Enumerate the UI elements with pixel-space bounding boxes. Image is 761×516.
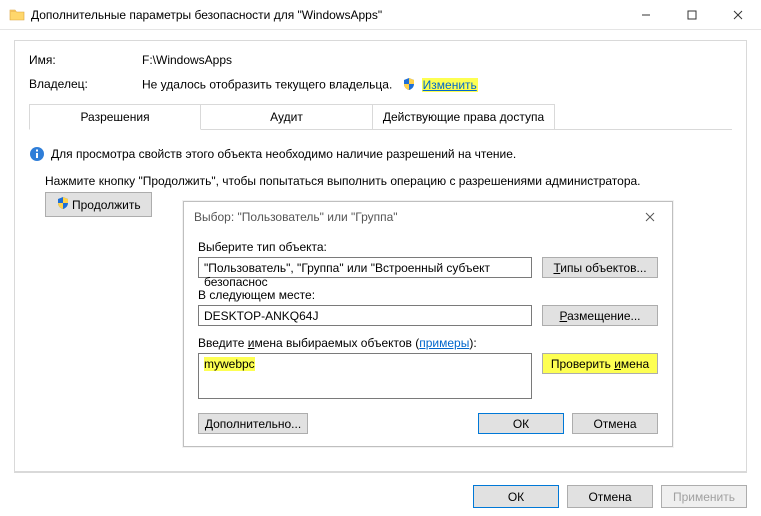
tab-bar: Разрешения Аудит Действующие права досту… [29,104,732,130]
info-message: Для просмотра свойств этого объекта необ… [29,146,732,162]
change-owner-link[interactable]: Изменить [422,78,478,92]
info-icon [29,146,45,162]
object-name-value: mywebpc [204,357,255,371]
location-field[interactable]: DESKTOP-ANKQ64J [198,305,532,326]
dialog-close-button[interactable] [636,207,664,227]
shield-icon [56,196,70,213]
minimize-button[interactable] [623,0,669,30]
names-label: Введите имена выбираемых объектов (приме… [198,336,658,350]
main-button-bar: ОК Отмена Применить [473,485,747,508]
tab-effective[interactable]: Действующие права доступа [373,104,555,130]
dialog-title: Выбор: "Пользователь" или "Группа" [194,210,398,224]
close-button[interactable] [715,0,761,30]
shield-icon [402,77,416,94]
continue-label: Продолжить [72,198,141,212]
continue-button[interactable]: Продолжить [45,192,152,217]
owner-value: Не удалось отобразить текущего владельца… [142,77,478,94]
name-value: F:\WindowsApps [142,53,232,67]
select-user-dialog: Выбор: "Пользователь" или "Группа" Выбер… [183,201,673,447]
window-controls [623,0,761,30]
dialog-cancel-button[interactable]: Отмена [572,413,658,434]
tab-permissions[interactable]: Разрешения [29,104,201,130]
object-type-label: Выберите тип объекта: [198,240,658,254]
info-text: Для просмотра свойств этого объекта необ… [51,147,516,161]
dialog-titlebar: Выбор: "Пользователь" или "Группа" [184,202,672,232]
owner-text: Не удалось отобразить текущего владельца… [142,78,392,92]
dialog-ok-button[interactable]: ОК [478,413,564,434]
examples-link[interactable]: примеры [419,336,469,350]
owner-label: Владелец: [29,77,142,94]
advanced-button[interactable]: Дополнительно... [198,413,308,434]
main-panel: Имя: F:\WindowsApps Владелец: Не удалось… [14,40,747,473]
window-title: Дополнительные параметры безопасности дл… [31,8,623,22]
locations-button[interactable]: Размещение... [542,305,658,326]
apply-button[interactable]: Применить [661,485,747,508]
cancel-button[interactable]: Отмена [567,485,653,508]
object-names-input[interactable]: mywebpc [198,353,532,399]
titlebar: Дополнительные параметры безопасности дл… [0,0,761,30]
maximize-button[interactable] [669,0,715,30]
folder-icon [9,7,25,23]
location-label: В следующем месте: [198,288,658,302]
ok-button[interactable]: ОК [473,485,559,508]
object-type-field[interactable]: "Пользователь", "Группа" или "Встроенный… [198,257,532,278]
name-label: Имя: [29,53,142,67]
tab-audit[interactable]: Аудит [201,104,373,130]
object-types-button[interactable]: Типы объектов... [542,257,658,278]
check-names-button[interactable]: Проверить имена [542,353,658,374]
continue-hint: Нажмите кнопку "Продолжить", чтобы попыт… [45,174,732,188]
